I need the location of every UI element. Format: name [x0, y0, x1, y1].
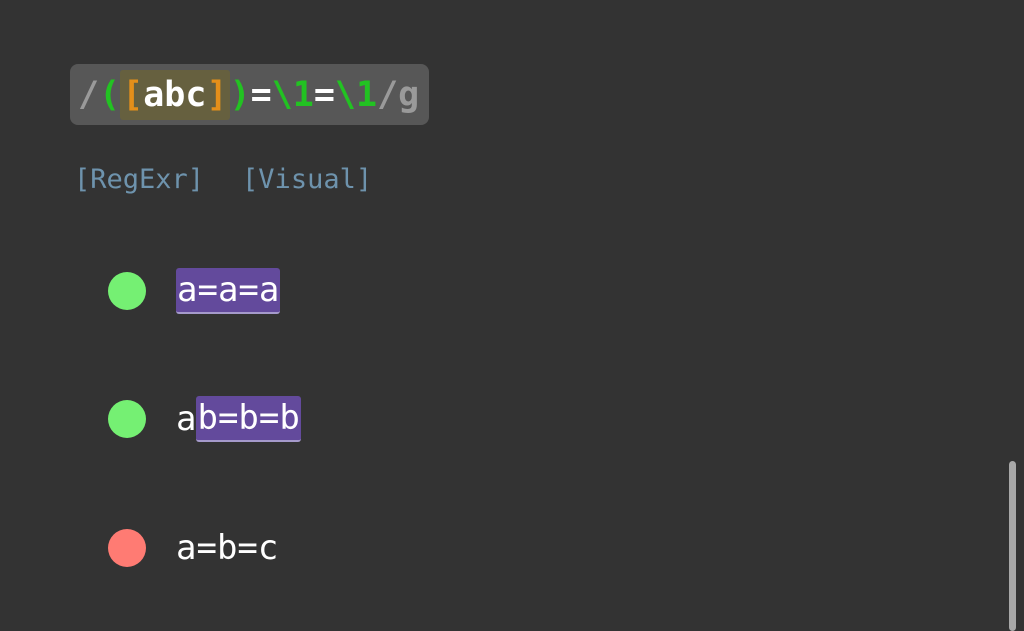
- regex-set-open: [: [122, 74, 144, 115]
- match-status-icon: [108, 400, 146, 438]
- regex-group-close: ): [229, 74, 251, 115]
- vertical-scrollbar[interactable]: [1009, 461, 1016, 631]
- test-string: a=a=a: [176, 268, 281, 314]
- regex-equals-1: =: [250, 74, 272, 115]
- regex-close-delimiter: /: [377, 74, 399, 115]
- match-highlight: b=b=b: [196, 396, 301, 442]
- test-prefix: a: [176, 399, 197, 439]
- test-case-2: a b=b=b: [108, 394, 301, 444]
- regex-equals-2: =: [313, 74, 335, 115]
- match-status-icon: [108, 272, 146, 310]
- visual-link[interactable]: [Visual]: [242, 164, 372, 195]
- regex-group-open: (: [99, 74, 121, 115]
- test-prefix: a=b=c: [176, 528, 279, 568]
- regex-character-set: [abc]: [120, 69, 230, 120]
- regex-set-close: ]: [206, 74, 228, 115]
- regex-backref-2: \1: [334, 74, 378, 115]
- regex-flag: g: [398, 74, 420, 115]
- regex-open-delimiter: /: [78, 74, 100, 115]
- regexr-link[interactable]: [RegExr]: [74, 164, 204, 195]
- regex-backref-1: \1: [271, 74, 314, 115]
- regex-set-chars: abc: [143, 74, 207, 115]
- test-string: a=b=c: [176, 528, 278, 568]
- match-highlight: a=a=a: [176, 268, 281, 314]
- no-match-status-icon: [108, 529, 146, 567]
- test-string: a b=b=b: [176, 396, 301, 442]
- regex-pattern: /([abc]) = \1 = \1/g: [70, 64, 430, 125]
- test-case-3: a=b=c: [108, 523, 278, 573]
- test-case-1: a=a=a: [108, 266, 281, 316]
- tool-links: [RegExr] [Visual]: [74, 164, 372, 195]
